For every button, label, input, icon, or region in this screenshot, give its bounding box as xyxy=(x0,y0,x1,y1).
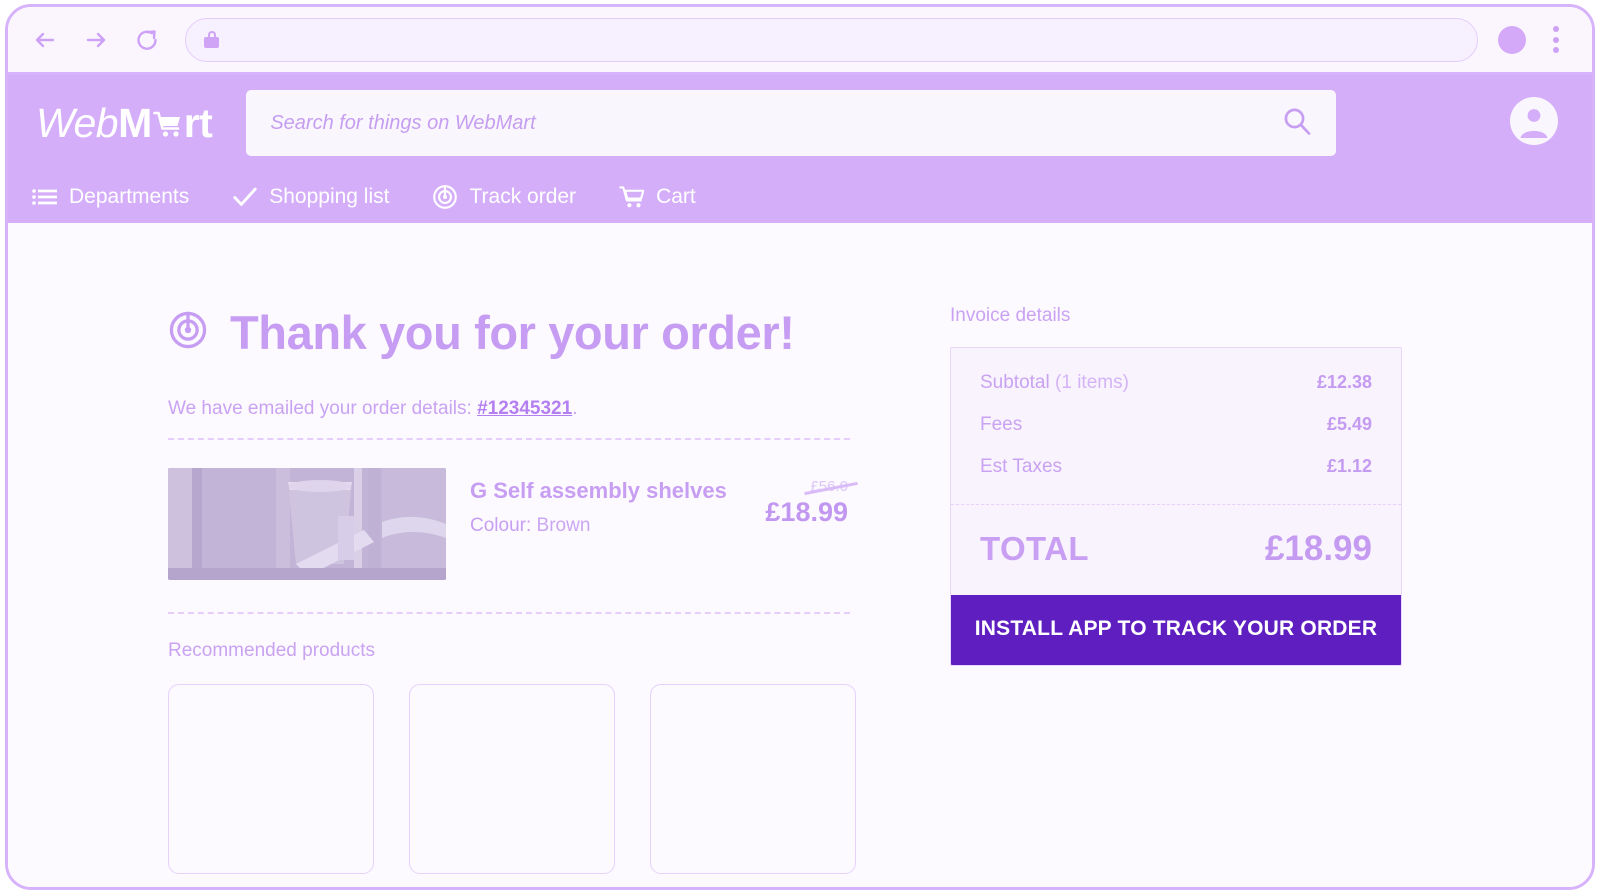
browser-profile-avatar[interactable] xyxy=(1498,25,1526,54)
header-top-row: Web Mrt Search for things on WebMart xyxy=(8,75,1592,171)
browser-toolbar xyxy=(8,7,1592,75)
search-input[interactable]: Search for things on WebMart xyxy=(246,90,1337,156)
product-name: G Self assembly shelves xyxy=(470,478,727,503)
arrow-left-icon xyxy=(35,32,55,47)
recommended-product-card[interactable] xyxy=(168,684,374,874)
invoice-rows: Subtotal (1 items) £12.38 Fees £5.49 Est… xyxy=(951,348,1401,504)
page-title: Thank you for your order! xyxy=(230,306,795,359)
order-confirmation-suffix: . xyxy=(572,398,578,419)
page-body: Thank you for your order! We have emaile… xyxy=(8,223,1592,887)
logo-text-m: M xyxy=(118,99,152,146)
invoice-row-label: Fees xyxy=(980,414,1023,435)
recommended-product-card[interactable] xyxy=(409,684,615,874)
search-input-placeholder: Search for things on WebMart xyxy=(270,111,536,134)
invoice-row-value: £12.38 xyxy=(1316,372,1372,392)
reload-icon xyxy=(137,29,157,50)
logo-text-rt: rt xyxy=(183,99,213,146)
order-summary-column: Thank you for your order! We have emaile… xyxy=(168,305,856,874)
invoice-total-value: £18.99 xyxy=(1264,529,1372,568)
order-confirmation-prefix: We have emailed your order details: xyxy=(168,398,472,419)
invoice-row-fees: Fees £5.49 xyxy=(980,414,1372,436)
invoice-label-count: (1 items) xyxy=(1055,372,1129,393)
recommended-products-title: Recommended products xyxy=(168,640,375,661)
invoice-row-label: Est Taxes xyxy=(980,456,1063,477)
address-bar[interactable] xyxy=(185,17,1478,62)
content-area: Thank you for your order! We have emaile… xyxy=(168,305,1416,874)
invoice-row-subtotal: Subtotal (1 items) £12.38 xyxy=(980,372,1372,394)
list-menu-icon xyxy=(32,184,58,210)
product-info: G Self assembly shelves Colour: Brown xyxy=(446,468,765,537)
invoice-row-est-taxes: Est Taxes £1.12 xyxy=(980,456,1372,478)
logo-text-web: Web xyxy=(36,99,119,146)
nav-item-shopping-list[interactable]: Shopping list xyxy=(232,184,389,210)
divider-bottom xyxy=(168,612,850,614)
radar-target-icon xyxy=(432,184,458,210)
install-app-button[interactable]: INSTALL APP TO TRACK YOUR ORDER xyxy=(951,595,1401,665)
order-confirmation-text: We have emailed your order details: #123… xyxy=(168,398,850,420)
logo-shopping-cart-icon xyxy=(152,102,183,137)
webmart-logo[interactable]: Web Mrt xyxy=(36,99,213,147)
browser-window: Web Mrt Search for things on WebMart Dep… xyxy=(5,4,1595,890)
invoice-details-title: Invoice details xyxy=(950,305,1071,326)
reload-button[interactable] xyxy=(132,25,162,55)
order-number-link[interactable]: #12345321 xyxy=(477,398,572,419)
back-button[interactable] xyxy=(30,25,60,55)
nav-item-departments[interactable]: Departments xyxy=(32,184,189,210)
site-header: Web Mrt Search for things on WebMart Dep… xyxy=(8,75,1592,223)
search-icon[interactable] xyxy=(1280,104,1314,143)
nav-item-track-order[interactable]: Track order xyxy=(432,184,576,210)
invoice-row-label: Subtotal (1 items) xyxy=(980,372,1129,394)
nav-item-label: Cart xyxy=(656,185,696,208)
invoice-total-label: TOTAL xyxy=(980,530,1089,567)
invoice-total-row: TOTAL £18.99 xyxy=(951,505,1401,595)
browser-menu-button[interactable] xyxy=(1542,25,1570,55)
thank-you-heading-row: Thank you for your order! xyxy=(168,305,850,360)
product-colour: Colour: Brown xyxy=(470,515,765,537)
recommended-product-card[interactable] xyxy=(650,684,856,874)
account-button[interactable] xyxy=(1509,96,1559,151)
lock-icon xyxy=(204,31,219,48)
forward-button[interactable] xyxy=(81,25,111,55)
nav-item-label: Departments xyxy=(69,185,190,208)
product-thumbnail[interactable] xyxy=(168,468,446,580)
invoice-row-value: £5.49 xyxy=(1326,414,1372,434)
recommended-products-grid xyxy=(168,684,856,874)
product-price: £18.99 xyxy=(765,497,848,527)
browser-nav-buttons xyxy=(30,25,162,55)
invoice-card: Subtotal (1 items) £12.38 Fees £5.49 Est… xyxy=(950,347,1402,666)
product-old-price: £56.0 xyxy=(810,478,848,495)
product-colour-value: Brown xyxy=(536,515,591,536)
account-circle-icon xyxy=(1510,96,1558,145)
invoice-row-value: £1.12 xyxy=(1326,456,1372,476)
invoice-column: Invoice details Subtotal (1 items) £12.3… xyxy=(950,305,1402,874)
nav-item-label: Track order xyxy=(469,185,577,208)
invoice-label-text: Subtotal xyxy=(980,372,1050,393)
header-nav: Departments Shopping list Track order Ca… xyxy=(8,171,1592,223)
radar-target-icon xyxy=(168,310,208,355)
nav-item-label: Shopping list xyxy=(269,185,390,208)
arrow-right-icon xyxy=(86,32,106,47)
product-price-block: £56.0 £18.99 xyxy=(765,468,850,528)
order-line-item: G Self assembly shelves Colour: Brown £5… xyxy=(168,440,850,612)
shopping-cart-icon xyxy=(619,184,645,210)
nav-item-cart[interactable]: Cart xyxy=(619,184,696,210)
product-colour-label: Colour: xyxy=(470,515,532,536)
check-icon xyxy=(232,184,258,210)
product-image xyxy=(168,468,446,580)
